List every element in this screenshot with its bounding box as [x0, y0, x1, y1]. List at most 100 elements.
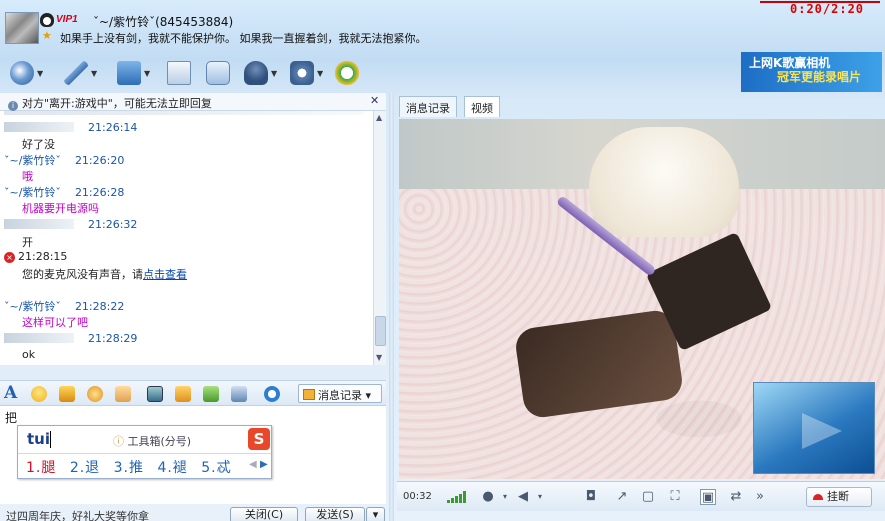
away-notice-text: 对方"离开:游戏中"，可能无法立即回复	[22, 97, 212, 110]
chevron-down-icon[interactable]: ▼	[91, 69, 97, 78]
history-label: 消息记录	[318, 389, 362, 402]
message-body: 这样可以了吧	[22, 316, 88, 329]
app-icon	[206, 61, 230, 85]
mic-check-link[interactable]: 点击查看	[143, 268, 187, 281]
image-icon[interactable]	[231, 386, 247, 402]
fullscreen-icon[interactable]: ⛶	[667, 489, 683, 505]
error-icon: ×	[4, 252, 15, 263]
ad-banner[interactable]: 上网K歌赢相机 冠军更能录唱片	[741, 52, 882, 92]
camera-snapshot-icon[interactable]: ◘	[583, 489, 599, 505]
contact-signature: 如果手上没有剑，我就不能保护你。 如果我一直握着剑，我就无法抱紧你。	[60, 32, 427, 45]
message-time: 21:26:14	[88, 121, 138, 134]
main-toolbar: ▼ ▼ ▼ ▼ ▼	[0, 56, 740, 90]
message-sender: ˇ~/紫竹铃ˇ	[4, 186, 61, 199]
message-body: 哦	[22, 170, 33, 183]
message-body: 开	[22, 236, 33, 249]
speaker-icon[interactable]: ◀	[515, 489, 531, 505]
send-file-button[interactable]: ▼	[117, 59, 150, 87]
more-icon[interactable]: »	[752, 489, 768, 505]
preview-arrow-icon	[802, 413, 842, 449]
scroll-down-icon[interactable]: ▼	[376, 353, 382, 362]
chevron-down-icon[interactable]: ▼	[144, 69, 150, 78]
chat-history[interactable]: 21:26:14 好了没 ˇ~/紫竹铃ˇ 21:26:20 哦 ˇ~/紫竹铃ˇ 21…	[0, 111, 373, 365]
send-mail-icon	[167, 61, 191, 85]
chevron-down-icon[interactable]: ▼	[37, 69, 43, 78]
masked-sender	[4, 219, 74, 229]
video-call-button[interactable]: ▼	[10, 59, 43, 87]
self-preview[interactable]	[753, 382, 875, 474]
magic-face-icon[interactable]	[59, 386, 75, 402]
chevron-down-icon: ▾	[372, 508, 379, 521]
history-icon	[303, 389, 315, 400]
settings-button[interactable]: ▼	[290, 59, 323, 87]
ime-toolbox[interactable]: ⓘ 工具箱(分号)	[113, 433, 191, 449]
system-message: 您的麦克风没有声音，请点击查看	[22, 266, 187, 282]
masked-sender	[4, 122, 74, 132]
gift-icon[interactable]	[203, 386, 219, 402]
ime-toolbox-label: 工具箱(分号)	[127, 435, 192, 448]
microphone-icon[interactable]: ●	[480, 489, 496, 505]
pip-toggle-icon[interactable]: ▣	[700, 489, 716, 505]
chevron-down-icon[interactable]: ▼	[317, 69, 323, 78]
video-controls: 00:32 ● ▾ ◀ ▾ ◘ ↗ ▢ ⛶ ▣ ⇄ » 挂断	[397, 481, 885, 511]
ime-candidates: 1.腿 2.退 3.推 4.褪 5.忒	[26, 457, 240, 477]
message-header: 21:26:14	[4, 121, 137, 134]
chat-scrollbar[interactable]: ▲ ▼	[373, 111, 386, 365]
next-page-icon[interactable]: ▶	[260, 459, 268, 470]
scroll-thumb[interactable]	[375, 316, 386, 346]
ad-ticker[interactable]: 过四周年庆，好礼大奖等你拿	[6, 508, 149, 521]
info-icon: i	[8, 101, 18, 111]
close-notice-icon[interactable]: ✕	[370, 94, 379, 107]
search-icon[interactable]	[264, 386, 280, 402]
ime-candidate-window[interactable]: tui ⓘ 工具箱(分号) S 1.腿 2.退 3.推 4.褪 5.忒 ◀ ▶	[17, 425, 272, 479]
font-icon[interactable]: A	[4, 383, 17, 403]
ime-candidate[interactable]: 3.推	[114, 460, 144, 476]
send-file-icon	[117, 61, 141, 85]
switch-icon[interactable]: ⇄	[728, 489, 744, 505]
right-tabs: 消息记录 视频	[397, 96, 885, 117]
tab-video[interactable]: 视频	[464, 96, 500, 117]
message-time: 21:26:32	[88, 218, 138, 231]
format-toolbar: A 消息记录 ▾	[0, 380, 386, 406]
soso-button[interactable]	[335, 59, 359, 87]
banner-line-2: 冠军更能录唱片	[777, 70, 862, 84]
contact-avatar[interactable]	[5, 12, 39, 44]
close-button[interactable]: 关闭(C)	[230, 507, 298, 521]
message-history-button[interactable]: 消息记录 ▾	[298, 384, 382, 403]
chat-window: 0:20/2:20 ★ VIP1 ˇ~/紫竹铃ˇ(845453884) 如果手上…	[0, 0, 885, 521]
screenshot-icon[interactable]	[147, 386, 163, 402]
emoji-icon[interactable]	[31, 386, 47, 402]
scroll-up-icon[interactable]: ▲	[376, 113, 382, 122]
ime-composition: tui	[27, 430, 50, 448]
gesture-icon[interactable]	[115, 386, 131, 402]
voice-call-button[interactable]: ▼	[64, 59, 97, 87]
message-sender: ˇ~/紫竹铃ˇ	[4, 154, 61, 167]
title-bar: 0:20/2:20 ★ VIP1 ˇ~/紫竹铃ˇ(845453884) 如果手上…	[0, 0, 885, 52]
music-icon[interactable]	[175, 386, 191, 402]
chevron-down-icon[interactable]: ▾	[532, 489, 548, 505]
popout-icon[interactable]: ↗	[614, 489, 630, 505]
message-time: 21:28:29	[88, 332, 138, 345]
tab-message-history[interactable]: 消息记录	[399, 96, 457, 117]
message-time: 21:26:28	[74, 186, 125, 199]
contact-name[interactable]: ˇ~/紫竹铃ˇ(845453884)	[93, 13, 233, 30]
ime-candidate[interactable]: 1.腿	[26, 460, 56, 476]
message-sender: ˇ~/紫竹铃ˇ	[4, 300, 61, 313]
ime-candidate[interactable]: 4.褪	[157, 460, 187, 476]
prev-page-icon[interactable]: ◀	[249, 459, 257, 470]
send-mail-button[interactable]	[167, 59, 191, 87]
qq-penguin-icon	[40, 13, 54, 27]
pane-splitter[interactable]	[389, 93, 394, 521]
hangup-button[interactable]: 挂断	[806, 487, 872, 507]
send-button[interactable]: 发送(S)	[305, 507, 365, 521]
shake-icon[interactable]	[87, 386, 103, 402]
ime-candidate[interactable]: 2.退	[70, 460, 100, 476]
shrink-icon[interactable]: ▢	[640, 489, 656, 505]
app-button[interactable]	[206, 59, 230, 87]
chevron-down-icon[interactable]: ▾	[497, 489, 513, 505]
send-options-button[interactable]: ▾	[366, 507, 385, 521]
ime-candidate[interactable]: 5.忒	[201, 460, 231, 476]
vip-badge[interactable]: VIP1	[56, 14, 78, 25]
chevron-down-icon[interactable]: ▼	[271, 69, 277, 78]
remote-assist-button[interactable]: ▼	[244, 59, 277, 87]
